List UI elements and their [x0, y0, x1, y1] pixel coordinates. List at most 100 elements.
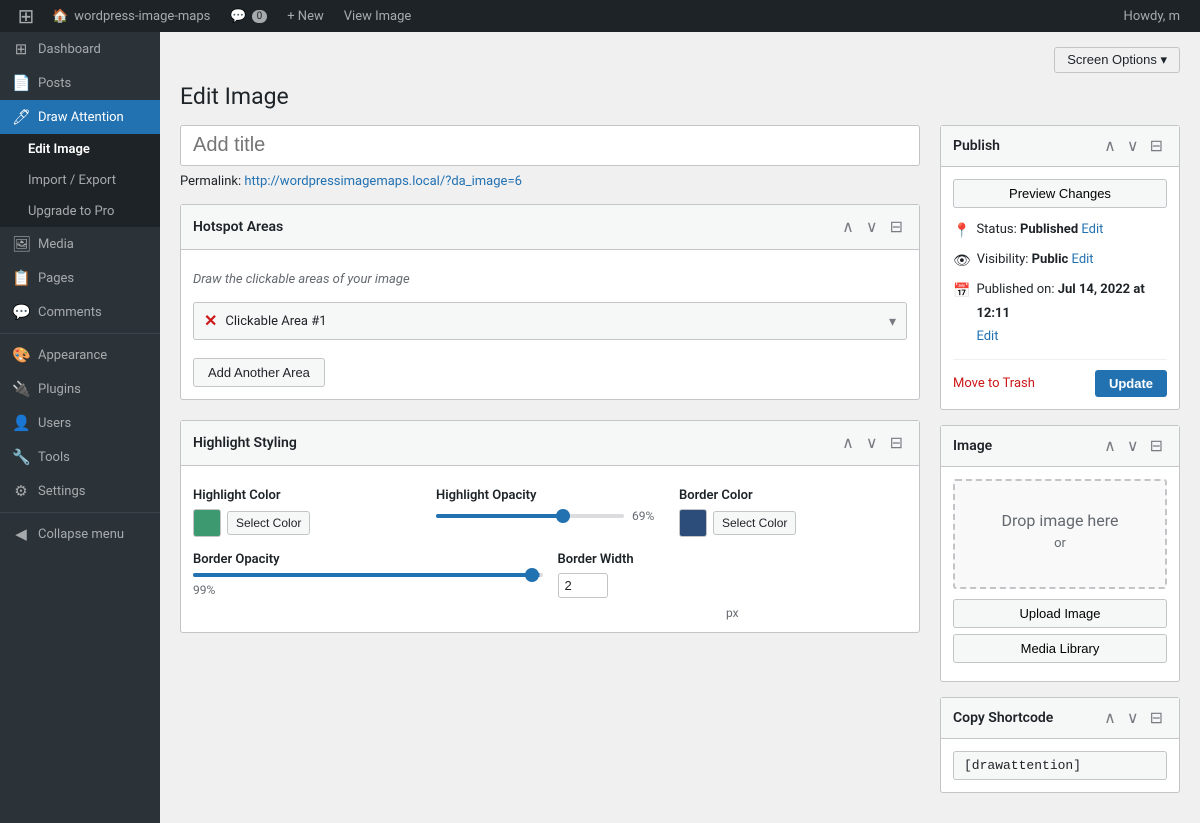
update-btn[interactable]: Update [1095, 370, 1167, 397]
border-width-input[interactable] [558, 573, 608, 598]
sidebar-item-label: Draw Attention [38, 110, 124, 125]
styling-drag-btn[interactable]: ⊟ [886, 431, 907, 455]
shortcode-panel-body: [drawattention] [941, 739, 1179, 792]
styling-grid-row1: Highlight Color Select Color Highlight O… [193, 478, 907, 547]
shortcode-drag-btn[interactable]: ⊟ [1146, 706, 1167, 730]
image-collapse-down-btn[interactable]: ∨ [1123, 434, 1143, 458]
sidebar-item-label: Posts [38, 76, 71, 91]
sidebar-item-label: Comments [38, 305, 102, 320]
publish-collapse-down-btn[interactable]: ∨ [1123, 134, 1143, 158]
posts-icon: 📄 [12, 74, 30, 92]
sidebar-item-comments[interactable]: 💬 Comments [0, 295, 160, 329]
image-drag-btn[interactable]: ⊟ [1146, 434, 1167, 458]
sidebar-item-draw-attention[interactable]: 🖊 Draw Attention [0, 100, 160, 134]
move-trash-link[interactable]: Move to Trash [953, 376, 1035, 391]
sidebar-item-users[interactable]: 👤 Users [0, 406, 160, 440]
permalink-link[interactable]: http://wordpressimagemaps.local/?da_imag… [244, 174, 522, 189]
hotspot-drag-btn[interactable]: ⊟ [886, 215, 907, 239]
highlight-opacity-slider[interactable] [436, 514, 624, 518]
sidebar-item-label: Appearance [38, 348, 107, 363]
publish-panel-controls: ∧ ∨ ⊟ [1100, 134, 1167, 158]
border-opacity-slider[interactable] [193, 573, 543, 577]
plugins-icon: 🔌 [12, 380, 30, 398]
title-input[interactable] [180, 125, 920, 166]
sidebar-item-appearance[interactable]: 🎨 Appearance [0, 338, 160, 372]
sidebar-item-dashboard[interactable]: ⊞ Dashboard [0, 32, 160, 66]
shortcode-collapse-down-btn[interactable]: ∨ [1123, 706, 1143, 730]
media-icon: 🖼 [12, 235, 30, 253]
sidebar-item-plugins[interactable]: 🔌 Plugins [0, 372, 160, 406]
border-color-picker-row: Select Color [679, 509, 907, 537]
highlight-select-color-btn[interactable]: Select Color [227, 511, 310, 535]
shortcode-value[interactable]: [drawattention] [953, 751, 1167, 780]
visibility-icon: 👁 [953, 249, 971, 274]
status-text: Status: Published Edit [976, 218, 1167, 241]
sidebar-collapse-menu[interactable]: ◀ Collapse menu [0, 517, 160, 551]
image-panel: Image ∧ ∨ ⊟ Drop image here or Upload Im… [940, 425, 1180, 682]
highlight-styling-panel: Highlight Styling ∧ ∨ ⊟ Highlight Color [180, 420, 920, 633]
or-text: or [975, 536, 1145, 551]
status-label: Status: [976, 222, 1016, 237]
image-drop-zone[interactable]: Drop image here or [953, 479, 1167, 589]
sidebar-item-tools[interactable]: 🔧 Tools [0, 440, 160, 474]
highlight-color-swatch[interactable] [193, 509, 221, 537]
hotspot-controls: ∧ ∨ ⊟ [838, 215, 907, 239]
add-another-area-btn[interactable]: Add Another Area [193, 358, 325, 387]
shortcode-collapse-up-btn[interactable]: ∧ [1100, 706, 1120, 730]
settings-icon: ⚙ [12, 482, 30, 500]
visibility-value: Public [1032, 252, 1069, 267]
sidebar-item-pages[interactable]: 📋 Pages [0, 261, 160, 295]
hotspot-collapse-down-btn[interactable]: ∨ [862, 215, 882, 239]
border-select-color-btn[interactable]: Select Color [713, 511, 796, 535]
shortcode-panel-controls: ∧ ∨ ⊟ [1100, 706, 1167, 730]
image-collapse-up-btn[interactable]: ∧ [1100, 434, 1120, 458]
drop-image-text: Drop image here [975, 511, 1145, 530]
published-row: 📅 Published on: Jul 14, 2022 at 12:11 Ed… [953, 278, 1167, 348]
media-library-btn[interactable]: Media Library [953, 634, 1167, 663]
publish-meta: 📍 Status: Published Edit [953, 218, 1167, 349]
upload-image-btn[interactable]: Upload Image [953, 599, 1167, 628]
site-name-label: wordpress-image-maps [74, 9, 210, 24]
screen-options-button[interactable]: Screen Options ▾ [1054, 47, 1180, 73]
hotspot-instruction: Draw the clickable areas of your image [193, 262, 907, 302]
sidebar-item-posts[interactable]: 📄 Posts [0, 66, 160, 100]
styling-controls: ∧ ∨ ⊟ [838, 431, 907, 455]
wp-logo[interactable]: ⊞ [10, 0, 42, 32]
view-image-item[interactable]: View Image [334, 0, 422, 32]
sidebar-sub-import-export[interactable]: Import / Export [0, 165, 160, 196]
highlight-styling-title: Highlight Styling [193, 435, 838, 451]
border-opacity-field: Border Opacity 99% [193, 552, 543, 620]
sidebar-item-label: Settings [38, 484, 85, 499]
shortcode-panel-header: Copy Shortcode ∧ ∨ ⊟ [941, 698, 1179, 739]
styling-collapse-up-btn[interactable]: ∧ [838, 431, 858, 455]
screen-options-bar: Screen Options ▾ [180, 47, 1180, 73]
new-item[interactable]: + New [277, 0, 334, 32]
toggle-area-1-btn[interactable]: ▾ [889, 313, 896, 330]
sidebar-item-media[interactable]: 🖼 Media [0, 227, 160, 261]
highlight-opacity-field: Highlight Opacity 69% [436, 488, 664, 537]
comments-item[interactable]: 💬 0 [220, 0, 277, 32]
publish-drag-btn[interactable]: ⊟ [1146, 134, 1167, 158]
published-edit-link[interactable]: Edit [976, 329, 998, 344]
hotspot-collapse-up-btn[interactable]: ∧ [838, 215, 858, 239]
editor-layout: Permalink: http://wordpressimagemaps.loc… [180, 125, 1180, 808]
highlight-styling-body: Highlight Color Select Color Highlight O… [181, 466, 919, 632]
tools-icon: 🔧 [12, 448, 30, 466]
border-width-field: Border Width px [558, 552, 908, 620]
sidebar-divider [0, 333, 160, 334]
status-edit-link[interactable]: Edit [1081, 222, 1103, 237]
sidebar-sub-edit-image[interactable]: Edit Image [0, 134, 160, 165]
publish-panel-header: Publish ∧ ∨ ⊟ [941, 126, 1179, 167]
styling-collapse-down-btn[interactable]: ∨ [862, 431, 882, 455]
preview-changes-btn[interactable]: Preview Changes [953, 179, 1167, 208]
publish-collapse-up-btn[interactable]: ∧ [1100, 134, 1120, 158]
comments-badge: 0 [252, 10, 268, 23]
border-color-swatch[interactable] [679, 509, 707, 537]
delete-area-1-btn[interactable]: ✕ [204, 311, 217, 331]
visibility-edit-link[interactable]: Edit [1072, 252, 1094, 267]
sidebar-sub-upgrade-pro[interactable]: Upgrade to Pro [0, 196, 160, 227]
editor-sidebar: Publish ∧ ∨ ⊟ Preview Changes 📍 [940, 125, 1180, 808]
sidebar-item-settings[interactable]: ⚙ Settings [0, 474, 160, 508]
site-name-item[interactable]: 🏠 wordpress-image-maps [42, 0, 220, 32]
visibility-text: Visibility: Public Edit [977, 248, 1167, 271]
